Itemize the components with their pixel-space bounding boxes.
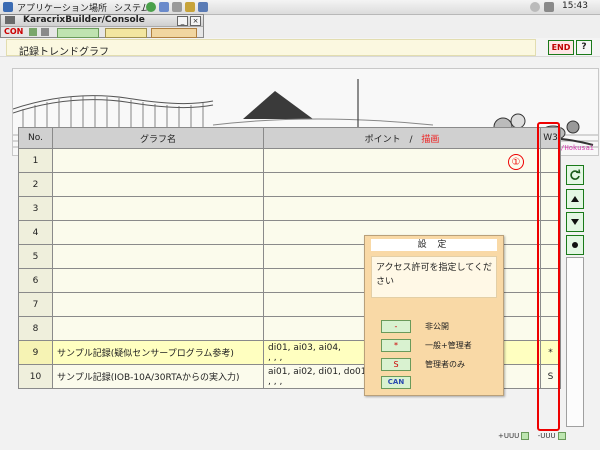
row-no: 8 [18,316,53,341]
access-settings-popup: 設 定 アクセス許可を指定してください - 非公開 * 一般+管理者 S 管理者… [364,235,504,396]
option-private-label: 非公開 [425,322,449,331]
row-name[interactable] [52,268,264,293]
col-header-point-label: ポイント [364,134,401,145]
row-no: 4 [18,220,53,245]
minimize-button[interactable]: _ [177,16,188,26]
toolbar-status-box-3[interactable] [151,28,197,38]
col-header-name: グラフ名 [52,127,264,149]
refresh-icon [570,169,581,180]
toolbar-status-box-2[interactable] [105,28,147,38]
popup-message: アクセス許可を指定してください [371,256,497,298]
menu-applications[interactable]: アプリケーション [17,1,89,14]
option-admin-button[interactable]: S [381,358,411,371]
arrow-up-icon [571,196,579,202]
row-name[interactable] [52,292,264,317]
zoom-controls: +UUU -UUU [498,432,566,440]
cancel-button[interactable]: CAN [381,376,411,389]
menu-places[interactable]: 場所 [89,1,107,14]
page-title: 記録トレンドグラフ [19,47,109,58]
console-title: KaracrixBuilder/Console [23,15,145,25]
option-general-button[interactable]: * [381,339,411,352]
clock[interactable]: 15:43 [562,1,588,11]
option-admin-label: 管理者のみ [425,360,465,369]
popup-title: 設 定 [371,239,497,251]
zoom-in-label: +UUU [498,432,520,440]
zoom-out-button[interactable] [557,432,566,440]
row-no: 10 [18,364,53,389]
scroll-track[interactable] [566,257,584,427]
console-window: KaracrixBuilder/Console _ × CON [0,14,204,38]
zoom-in-button[interactable] [521,432,530,440]
mail-launcher-icon[interactable] [159,2,169,12]
col-header-draw-label: 描画 [421,134,440,145]
end-button[interactable]: END [548,40,574,55]
help-button[interactable]: ? [576,40,592,55]
browser-launcher-icon[interactable] [146,2,156,12]
scroll-down-button[interactable] [566,212,584,232]
close-button[interactable]: × [190,16,201,26]
w3-column-highlight [537,122,560,431]
toolbar-icon[interactable] [41,28,49,36]
console-toolbar: CON [1,27,203,38]
app-header: 記録トレンドグラフ END ? [0,38,600,58]
run-icon[interactable] [29,28,37,36]
row-no: 1 [18,148,53,173]
row-name[interactable]: サンプル記録(IOB-10A/30RTAからの実入力) [52,364,264,389]
option-private-button[interactable]: - [381,320,411,333]
editor-launcher-icon[interactable] [185,2,195,12]
row-no: 2 [18,172,53,197]
row-points[interactable] [263,196,541,221]
table-row[interactable]: 2 [18,172,561,197]
option-general-label: 一般+管理者 [425,341,472,350]
toolbar-status-box[interactable] [57,28,99,38]
dot-icon [572,242,578,248]
table-row[interactable]: 3 [18,196,561,221]
scroll-up-button[interactable] [566,189,584,209]
zoom-out-label: -UUU [537,432,556,440]
system-panel: アプリケーション 場所 システム 15:43 [0,0,600,15]
arrow-down-icon [571,219,579,225]
network-icon[interactable] [530,2,540,12]
menu-system[interactable]: システム [114,1,150,14]
volume-icon[interactable] [544,2,554,12]
row-name[interactable] [52,316,264,341]
row-name[interactable] [52,196,264,221]
row-name[interactable] [52,148,264,173]
terminal-launcher-icon[interactable] [172,2,182,12]
row-no: 9 [18,340,53,365]
row-name[interactable] [52,244,264,269]
table-header-row: No. グラフ名 ポイント / 描画 W3 [18,127,561,149]
col-header-no: No. [18,127,53,149]
row-points[interactable] [263,148,541,173]
title-box: 記録トレンドグラフ [6,39,536,58]
table-row[interactable]: 1 [18,148,561,173]
row-points[interactable] [263,172,541,197]
files-launcher-icon[interactable] [198,2,208,12]
console-titlebar[interactable]: KaracrixBuilder/Console _ × [1,15,203,27]
row-no: 5 [18,244,53,269]
console-tab-label[interactable]: CON [4,27,23,36]
col-header-point: ポイント / 描画 [263,127,541,149]
col-header-slash: / [409,134,413,145]
refresh-button[interactable] [566,165,584,185]
callout-marker: ① [508,154,524,170]
row-name[interactable] [52,220,264,245]
row-no: 6 [18,268,53,293]
app-window-icon [5,16,15,24]
row-no: 3 [18,196,53,221]
scroll-current-button[interactable] [566,235,584,255]
foot-menu-icon[interactable] [3,2,13,12]
row-name[interactable]: サンプル記録(疑似センサープログラム参考) [52,340,264,365]
row-name[interactable] [52,172,264,197]
row-no: 7 [18,292,53,317]
